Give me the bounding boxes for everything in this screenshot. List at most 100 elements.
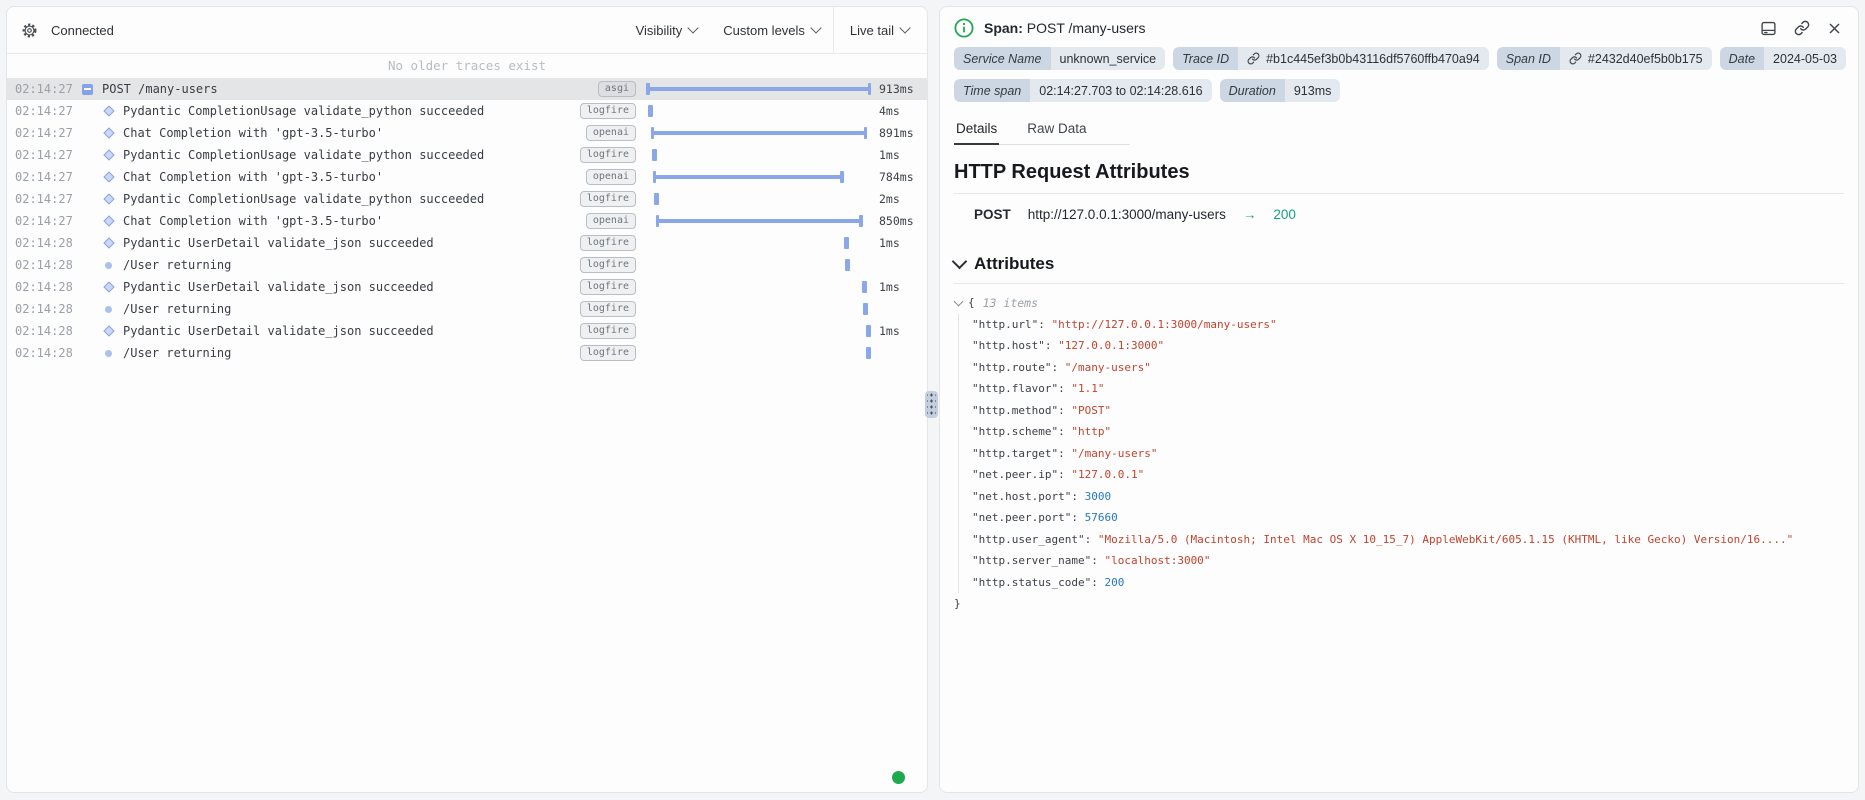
diamond-glyph xyxy=(103,127,114,138)
json-entry: http.method POST xyxy=(972,400,1844,422)
trace-row-name: Pydantic UserDetail validate_json succee… xyxy=(123,280,580,294)
trace-row[interactable]: 02:14:27Chat Completion with 'gpt-3.5-tu… xyxy=(7,122,927,144)
span-details-panel: Span: POST /many-users Service Nameunkno… xyxy=(939,6,1859,793)
meta-badge-value[interactable]: #b1c445ef3b0b43116df5760ffb470a94 xyxy=(1238,47,1489,70)
dot-icon xyxy=(102,350,115,357)
span-duration-bar xyxy=(653,171,844,183)
trace-row[interactable]: 02:14:28/User returninglogfire xyxy=(7,254,927,276)
json-entry-key: http.method xyxy=(972,404,1058,417)
meta-badge-label: Time span xyxy=(954,79,1030,102)
json-entry-value: http://127.0.0.1:3000/many-users xyxy=(1051,318,1276,331)
trace-row-duration: 1ms xyxy=(879,148,919,162)
span-title: Span: POST /many-users xyxy=(984,20,1146,36)
trace-row[interactable]: 02:14:28/User returninglogfire xyxy=(7,298,927,320)
trace-row-tag: logfire xyxy=(580,257,636,273)
trace-row[interactable]: 02:14:27Pydantic CompletionUsage validat… xyxy=(7,144,927,166)
tab-raw-data[interactable]: Raw Data xyxy=(1025,115,1088,144)
trace-row[interactable]: 02:14:27POST /many-usersasgi913ms xyxy=(7,78,927,100)
json-entry: http.target/many-users xyxy=(972,443,1844,465)
trace-row-duration: 913ms xyxy=(879,82,919,96)
json-entry: net.peer.port57660 xyxy=(972,507,1844,529)
trace-list: 02:14:27POST /many-usersasgi913ms02:14:2… xyxy=(7,78,927,364)
trace-row-duration: 2ms xyxy=(879,192,919,206)
diamond-icon xyxy=(102,239,115,247)
diamond-icon xyxy=(102,195,115,203)
trace-row-time: 02:14:28 xyxy=(15,346,73,360)
trace-row[interactable]: 02:14:27Chat Completion with 'gpt-3.5-tu… xyxy=(7,210,927,232)
span-duration-track xyxy=(646,281,871,293)
attributes-section-header[interactable]: Attributes xyxy=(954,254,1844,274)
json-entry-value: 1.1 xyxy=(1071,382,1104,395)
custom-levels-dropdown[interactable]: Custom levels xyxy=(710,23,833,38)
dock-panel-icon[interactable] xyxy=(1760,20,1777,37)
trace-row-time: 02:14:28 xyxy=(15,280,73,294)
span-duration-tick xyxy=(654,193,659,205)
collapse-chevron-icon xyxy=(954,296,963,306)
meta-badge-value: 2024-05-03 xyxy=(1764,47,1846,70)
tab-details[interactable]: Details xyxy=(954,115,999,145)
info-circle-icon xyxy=(954,18,974,38)
json-entry-value: POST xyxy=(1071,404,1111,417)
diamond-icon xyxy=(102,173,115,181)
json-root-line[interactable]: 13 items xyxy=(954,292,1844,314)
trace-row-name: Chat Completion with 'gpt-3.5-turbo' xyxy=(123,126,586,140)
json-entry: http.host127.0.0.1:3000 xyxy=(972,335,1844,357)
span-duration-track xyxy=(646,171,871,183)
visibility-dropdown[interactable]: Visibility xyxy=(623,23,711,38)
close-icon[interactable] xyxy=(1827,21,1842,36)
section-title: HTTP Request Attributes xyxy=(954,161,1844,184)
span-details-header: Span: POST /many-users xyxy=(940,7,1858,44)
span-duration-tick xyxy=(863,303,868,315)
diamond-glyph xyxy=(103,215,114,226)
span-duration-bar-mid xyxy=(652,131,866,135)
trace-row[interactable]: 02:14:27Chat Completion with 'gpt-3.5-tu… xyxy=(7,166,927,188)
trace-row[interactable]: 02:14:28Pydantic UserDetail validate_jso… xyxy=(7,232,927,254)
trace-row-tag: logfire xyxy=(580,301,636,317)
json-entry-key: http.route xyxy=(972,361,1051,374)
trace-row-time: 02:14:27 xyxy=(15,170,73,184)
meta-badge-value: 913ms xyxy=(1285,79,1341,102)
no-older-traces-notice: No older traces exist xyxy=(7,54,927,78)
json-entries: http.urlhttp://127.0.0.1:3000/many-users… xyxy=(958,314,1844,594)
trace-row-name: /User returning xyxy=(123,346,580,360)
json-entry-key: net.host.port xyxy=(972,490,1071,503)
json-colon xyxy=(1051,361,1064,374)
visibility-dropdown-label: Visibility xyxy=(636,23,683,38)
trace-row[interactable]: 02:14:28 Pydantic UserDetail validate_jso… xyxy=(7,276,927,298)
json-entry: http.server_namelocalhost:3000 xyxy=(972,550,1844,572)
json-colon xyxy=(1071,490,1084,503)
trace-row[interactable]: 02:14:27Pydantic CompletionUsage validat… xyxy=(7,100,927,122)
meta-badge: Span ID#2432d40ef5b0b175 xyxy=(1497,47,1712,70)
json-entry: http.user_agentMozilla/5.0 (Macintosh; I… xyxy=(972,529,1844,551)
span-duration-tick xyxy=(652,149,657,161)
collapse-icon[interactable] xyxy=(81,84,94,95)
meta-badge-value-text: #b1c445ef3b0b43116df5760ffb470a94 xyxy=(1266,52,1480,66)
live-tail-dropdown[interactable]: Live tail xyxy=(850,23,909,38)
link-icon[interactable] xyxy=(1794,20,1810,36)
diamond-glyph xyxy=(103,237,114,248)
span-duration-bar xyxy=(656,215,863,227)
dot-icon xyxy=(102,306,115,313)
trace-row-tag: logfire xyxy=(580,191,636,207)
diamond-icon xyxy=(102,283,115,291)
custom-levels-dropdown-label: Custom levels xyxy=(723,23,805,38)
json-entry-value: 57660 xyxy=(1085,511,1118,524)
trace-row-name: Pydantic CompletionUsage validate_python… xyxy=(123,104,580,118)
panel-resize-handle[interactable] xyxy=(925,391,938,418)
meta-badge-value-text: 02:14:27.703 to 02:14:28.616 xyxy=(1039,84,1202,98)
gear-icon[interactable] xyxy=(21,22,38,39)
meta-badge-value[interactable]: #2432d40ef5b0b175 xyxy=(1560,47,1712,70)
arrow-right-icon: → xyxy=(1243,207,1257,222)
span-duration-track xyxy=(646,127,871,139)
section-divider xyxy=(954,193,1844,194)
json-entry-key: http.user_agent xyxy=(972,533,1085,546)
json-entry-value: 3000 xyxy=(1085,490,1112,503)
trace-row-tag: asgi xyxy=(598,81,636,97)
json-entry-value: http xyxy=(1071,425,1111,438)
meta-badge: Service Nameunknown_service xyxy=(954,47,1165,70)
trace-row[interactable]: 02:14:28Pydantic UserDetail validate_jso… xyxy=(7,320,927,342)
trace-row[interactable]: 02:14:28/User returninglogfire xyxy=(7,342,927,364)
trace-row-name: /User returning xyxy=(123,258,580,272)
trace-row[interactable]: 02:14:27Pydantic CompletionUsage validat… xyxy=(7,188,927,210)
trace-row-duration: 1ms xyxy=(879,236,919,250)
